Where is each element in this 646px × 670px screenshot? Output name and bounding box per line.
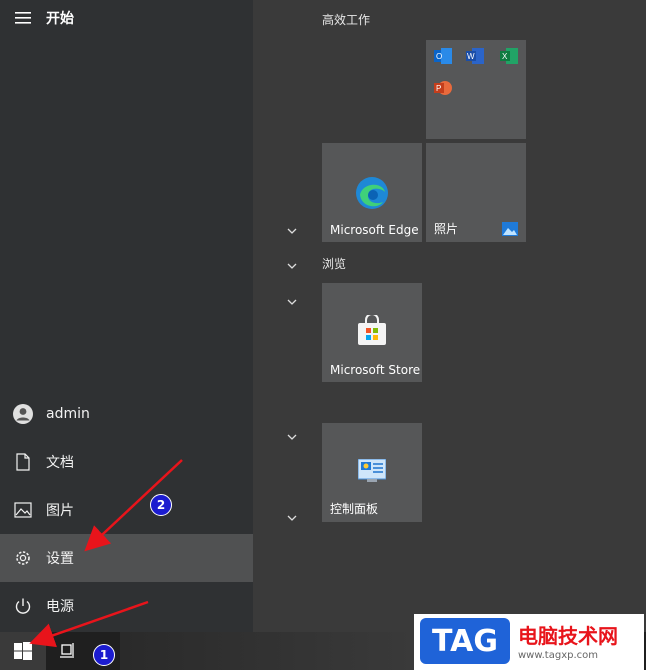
arrow-to-start: [29, 600, 149, 648]
watermark: TAG 电脑技术网 www.tagxp.com: [414, 614, 644, 670]
watermark-title: 电脑技术网: [518, 624, 618, 648]
watermark-url: www.tagxp.com: [518, 650, 598, 661]
step-badge-2: 2: [150, 494, 172, 516]
screen: 开始 admin 文档 图片 设置 电源 高效工作 O W X P Micros…: [0, 0, 646, 670]
step-badge-1: 1: [93, 644, 115, 666]
watermark-logo: TAG: [420, 618, 510, 664]
annotation-arrows: [29, 459, 183, 648]
